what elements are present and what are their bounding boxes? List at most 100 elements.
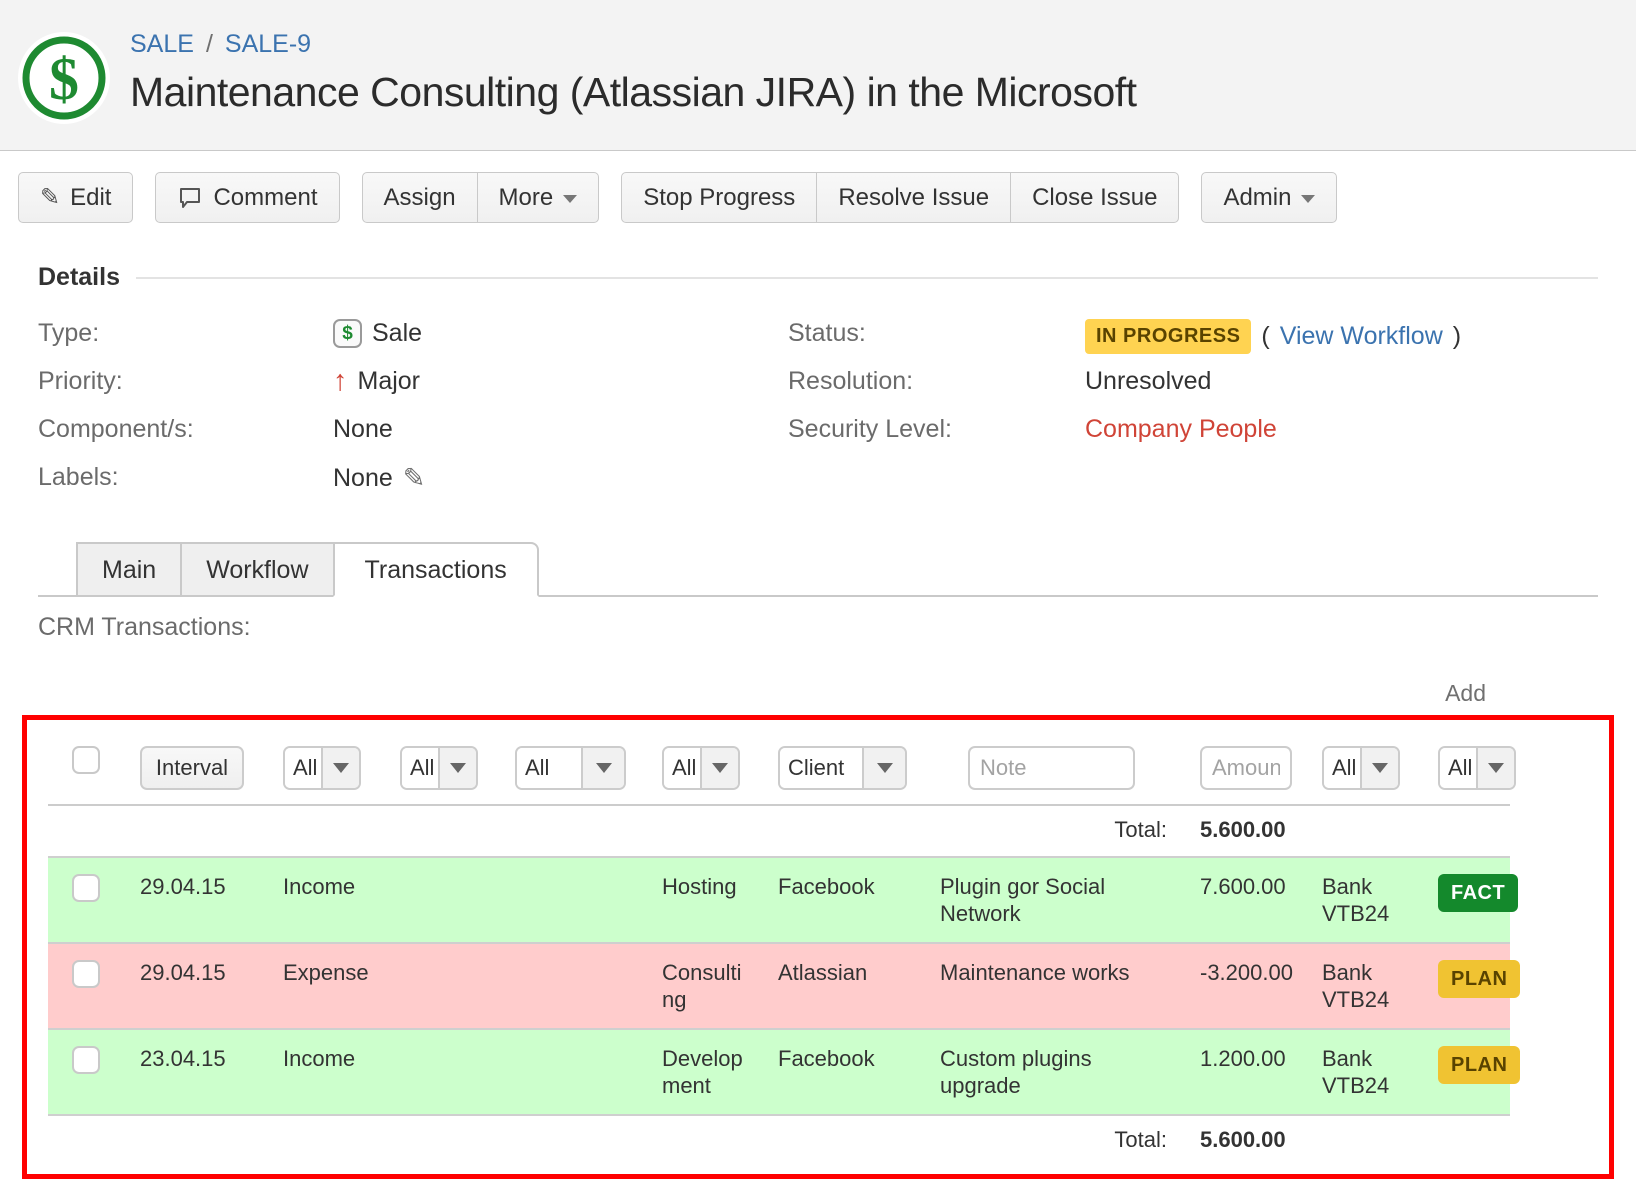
page-title: Maintenance Consulting (Atlassian JIRA) …	[130, 69, 1137, 116]
client-filter-dropdown[interactable]: Client	[778, 746, 907, 790]
tx-date: 23.04.15	[108, 1029, 270, 1115]
breadcrumb: SALE / SALE-9	[130, 30, 1137, 59]
field-type: Type: $ Sale	[38, 319, 788, 367]
transaction-row: 23.04.15 Income Development Facebook Cus…	[48, 1029, 1510, 1115]
chevron-down-icon	[1360, 748, 1398, 788]
chevron-down-icon	[700, 748, 738, 788]
filter-col5-value: All	[517, 748, 581, 788]
filter-dropdown-col5[interactable]: All	[515, 746, 626, 790]
status-filter-value: All	[1440, 748, 1476, 788]
chevron-down-icon	[1301, 195, 1315, 203]
tx-note: Plugin gor Social Network	[928, 857, 1175, 943]
total-label: Total:	[928, 805, 1175, 857]
tx-account: Bank VTB24	[1300, 857, 1418, 943]
stop-progress-button[interactable]: Stop Progress	[621, 172, 817, 223]
priority-label: Priority:	[38, 367, 333, 396]
resolution-value: Unresolved	[1085, 367, 1211, 396]
field-resolution: Resolution: Unresolved	[788, 367, 1598, 415]
assign-button[interactable]: Assign	[362, 172, 478, 223]
edit-button[interactable]: ✎ Edit	[18, 172, 133, 223]
comment-bubble-icon	[177, 185, 203, 211]
tx-client: Facebook	[762, 857, 928, 943]
total-row-top: Total: 5.600.00	[48, 805, 1510, 857]
stop-progress-label: Stop Progress	[643, 184, 795, 212]
view-workflow-link[interactable]: View Workflow	[1280, 322, 1443, 351]
priority-value: Major	[358, 367, 421, 396]
svg-text:$: $	[49, 46, 79, 112]
security-level-value[interactable]: Company People	[1085, 415, 1277, 444]
tx-type: Income	[270, 1029, 395, 1115]
chevron-down-icon	[862, 748, 905, 788]
type-label: Type:	[38, 319, 333, 348]
breadcrumb-project-link[interactable]: SALE	[130, 30, 194, 59]
edit-labels-pencil-icon[interactable]: ✎	[403, 463, 426, 494]
tab-transactions[interactable]: Transactions	[333, 542, 539, 597]
major-priority-icon: ↑	[333, 367, 348, 396]
filter-row: Interval All All All All	[48, 720, 1510, 805]
labels-label: Labels:	[38, 463, 333, 492]
tab-workflow[interactable]: Workflow	[180, 542, 334, 595]
assign-button-label: Assign	[384, 184, 456, 212]
comment-button[interactable]: Comment	[155, 172, 339, 223]
row-checkbox[interactable]	[72, 960, 100, 988]
total-value-bottom: 5.600.00	[1175, 1115, 1300, 1166]
status-label: Status:	[788, 319, 1085, 348]
account-filter-value: All	[1324, 748, 1360, 788]
comment-button-label: Comment	[213, 184, 317, 212]
total-row-bottom: Total: 5.600.00	[48, 1115, 1510, 1166]
components-label: Component/s:	[38, 415, 333, 444]
tx-type: Expense	[270, 943, 395, 1029]
status-badge: IN PROGRESS	[1085, 319, 1251, 354]
chevron-down-icon	[1476, 748, 1514, 788]
type-filter-value: All	[285, 748, 321, 788]
tab-bar-spacer	[38, 542, 78, 595]
category-filter-dropdown[interactable]: All	[662, 746, 740, 790]
close-issue-button[interactable]: Close Issue	[1010, 172, 1179, 223]
note-filter-input[interactable]	[968, 746, 1135, 790]
account-filter-dropdown[interactable]: All	[1322, 746, 1400, 790]
resolve-issue-label: Resolve Issue	[838, 184, 989, 212]
tx-status-badge: PLAN	[1438, 960, 1520, 998]
row-checkbox[interactable]	[72, 874, 100, 902]
transaction-rows: 29.04.15 Income Hosting Facebook Plugin …	[48, 857, 1510, 1115]
close-issue-label: Close Issue	[1032, 184, 1157, 212]
filter-col4-value: All	[402, 748, 438, 788]
breadcrumb-issue-link[interactable]: SALE-9	[225, 30, 311, 59]
total-label: Total:	[928, 1115, 1175, 1166]
tx-category: Development	[650, 1029, 762, 1115]
row-checkbox[interactable]	[72, 1046, 100, 1074]
tx-client: Facebook	[762, 1029, 928, 1115]
more-dropdown-button[interactable]: More	[477, 172, 600, 223]
resolution-label: Resolution:	[788, 367, 1085, 396]
issue-toolbar: ✎ Edit Comment Assign More Stop Progress…	[0, 151, 1636, 223]
add-transaction-link[interactable]: Add	[1445, 680, 1486, 706]
field-labels: Labels: None ✎	[38, 463, 788, 511]
breadcrumb-separator: /	[206, 30, 213, 59]
tx-account: Bank VTB24	[1300, 943, 1418, 1029]
workflow-actions-group: Stop Progress Resolve Issue Close Issue	[621, 172, 1179, 223]
sale-type-icon: $	[333, 319, 362, 348]
field-components: Component/s: None	[38, 415, 788, 463]
tx-category: Consulting	[650, 943, 762, 1029]
interval-filter-button[interactable]: Interval	[140, 746, 244, 790]
tx-amount: -3.200.00	[1175, 943, 1300, 1029]
status-filter-dropdown[interactable]: All	[1438, 746, 1516, 790]
client-filter-value: Client	[780, 748, 862, 788]
tx-account: Bank VTB24	[1300, 1029, 1418, 1115]
tx-client: Atlassian	[762, 943, 928, 1029]
amount-filter-input[interactable]	[1200, 746, 1292, 790]
select-all-checkbox[interactable]	[72, 746, 100, 774]
type-value: Sale	[372, 319, 422, 348]
chevron-down-icon	[321, 748, 359, 788]
resolve-issue-button[interactable]: Resolve Issue	[816, 172, 1011, 223]
admin-dropdown-button[interactable]: Admin	[1201, 172, 1337, 223]
pencil-icon: ✎	[40, 183, 60, 212]
field-security-level: Security Level: Company People	[788, 415, 1598, 463]
tab-main[interactable]: Main	[76, 542, 182, 595]
details-heading-label: Details	[38, 263, 120, 292]
filter-dropdown-col4[interactable]: All	[400, 746, 478, 790]
type-filter-dropdown[interactable]: All	[283, 746, 361, 790]
tx-date: 29.04.15	[108, 943, 270, 1029]
workflow-paren-open: (	[1261, 322, 1269, 351]
transactions-annotation-box: Interval All All All All	[22, 715, 1614, 1179]
